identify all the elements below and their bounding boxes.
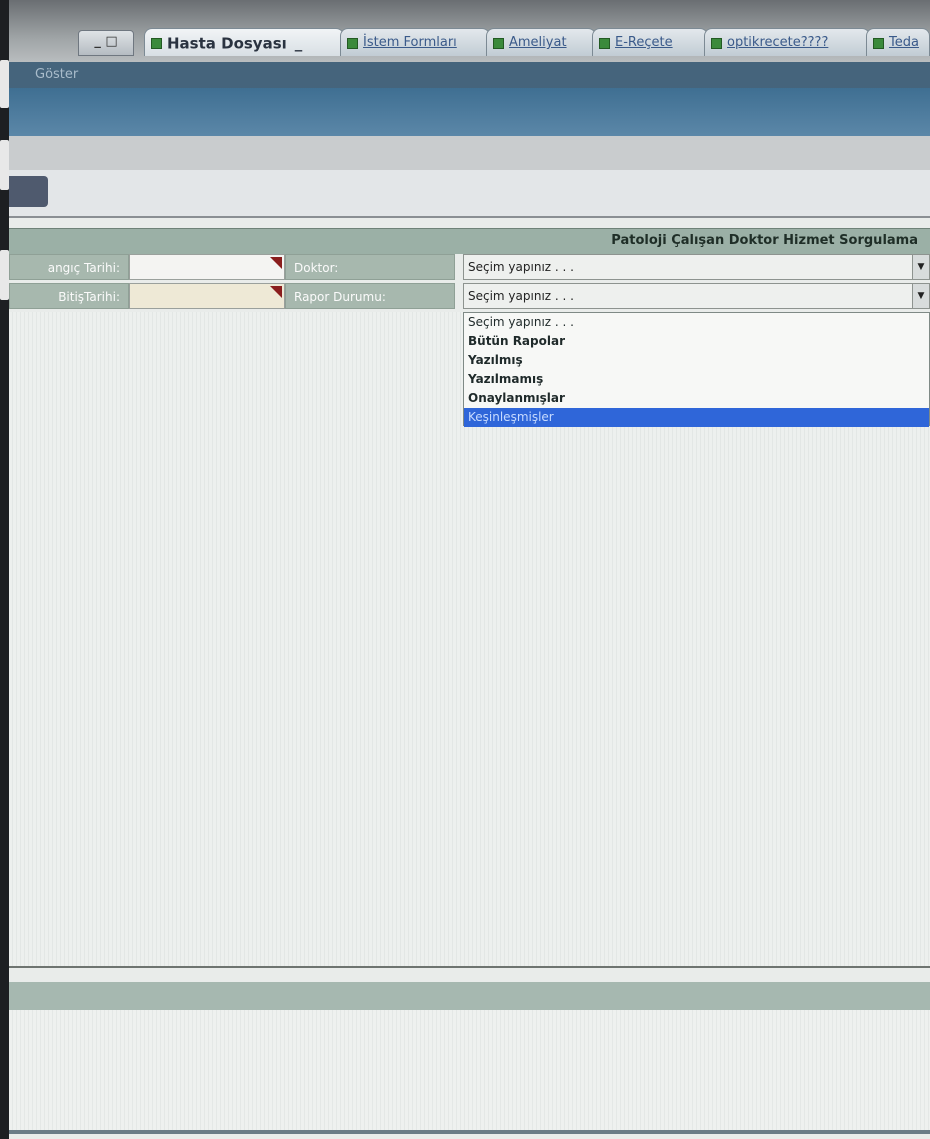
dropdown-option[interactable]: Yazılmamış bbox=[464, 370, 929, 389]
tab-ameliyat[interactable]: Ameliyat bbox=[486, 28, 596, 56]
header-title: Göster bbox=[35, 67, 79, 82]
form-title-bar: Patoloji Çalışan Doktor Hizmet Sorgulama bbox=[9, 228, 930, 254]
window-controls[interactable]: _ □ bbox=[78, 30, 134, 56]
bottom-panel bbox=[9, 1010, 930, 1130]
tab-document-icon bbox=[151, 38, 162, 49]
bottom-header-bar bbox=[9, 982, 930, 1010]
form-row-start-date: angıç Tarihi: Doktor: Seçim yapınız . . … bbox=[9, 254, 930, 282]
date-picker-corner-icon[interactable] bbox=[270, 286, 282, 298]
report-status-label: Rapor Durumu: bbox=[285, 283, 455, 309]
tab-istem-formlari[interactable]: İstem Formları bbox=[340, 28, 490, 56]
tab-e-recete[interactable]: E-Reçete bbox=[592, 28, 708, 56]
report-status-select[interactable]: Seçim yapınız . . . ▼ bbox=[463, 283, 930, 309]
doctor-label: Doktor: bbox=[285, 254, 455, 280]
start-date-input[interactable] bbox=[129, 254, 285, 280]
toolbar bbox=[9, 170, 930, 218]
dropdown-arrow-icon[interactable]: ▼ bbox=[912, 284, 929, 308]
date-picker-corner-icon[interactable] bbox=[270, 257, 282, 269]
header-gap bbox=[9, 136, 930, 170]
end-date-label: BitişTarihi: bbox=[9, 283, 129, 309]
tab-optikrecete[interactable]: optikrecete???? bbox=[704, 28, 870, 56]
desktop-edge bbox=[0, 0, 9, 1139]
doctor-select[interactable]: Seçim yapınız . . . ▼ bbox=[463, 254, 930, 280]
report-status-select-value: Seçim yapınız . . . bbox=[468, 289, 574, 303]
desktop-glyph bbox=[0, 60, 9, 108]
toolbar-button[interactable] bbox=[9, 176, 48, 207]
desktop-glyph bbox=[0, 140, 9, 190]
dropdown-arrow-icon[interactable]: ▼ bbox=[912, 255, 929, 279]
tab-document-icon bbox=[493, 37, 504, 49]
tab-minimize-icon[interactable]: _ bbox=[295, 34, 303, 52]
end-date-input[interactable] bbox=[129, 283, 285, 309]
tab-teda[interactable]: Teda bbox=[866, 28, 930, 56]
dropdown-option[interactable]: Seçim yapınız . . . bbox=[464, 313, 929, 332]
report-status-dropdown-list: Seçim yapınız . . . Bütün Rapolar Yazılm… bbox=[463, 312, 930, 427]
form-row-end-date: BitişTarihi: Rapor Durumu: Seçim yapınız… bbox=[9, 283, 930, 311]
tab-document-icon bbox=[599, 37, 610, 49]
tab-document-icon bbox=[873, 37, 884, 49]
dropdown-option-highlighted[interactable]: Keşinleşmişler bbox=[464, 408, 929, 427]
app-banner bbox=[9, 88, 930, 136]
desktop-glyph bbox=[0, 250, 9, 300]
tab-hasta-dosyasi[interactable]: Hasta Dosyası _ bbox=[144, 28, 344, 56]
doctor-select-value: Seçim yapınız . . . bbox=[468, 260, 574, 274]
tab-document-icon bbox=[347, 37, 358, 49]
dropdown-option[interactable]: Onaylanmışlar bbox=[464, 389, 929, 408]
bottom-border bbox=[9, 1130, 930, 1134]
tab-document-icon bbox=[711, 37, 722, 49]
section-divider bbox=[9, 966, 930, 968]
form-title: Patoloji Çalışan Doktor Hizmet Sorgulama bbox=[611, 233, 918, 248]
dropdown-option[interactable]: Yazılmış bbox=[464, 351, 929, 370]
dropdown-option[interactable]: Bütün Rapolar bbox=[464, 332, 929, 351]
start-date-label: angıç Tarihi: bbox=[9, 254, 129, 280]
window-header: Göster bbox=[9, 62, 930, 88]
